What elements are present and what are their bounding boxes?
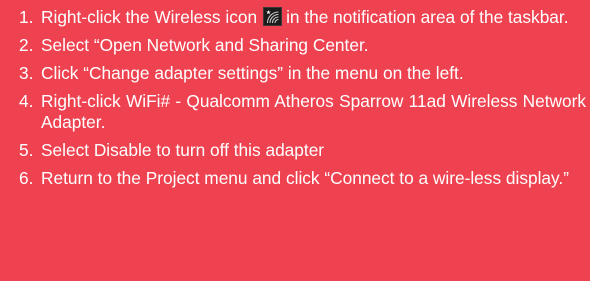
step-item: 6. Return to the Project menu and click … bbox=[0, 168, 590, 189]
step-number: 6. bbox=[19, 168, 34, 188]
step-text: Select Disable to turn off this adapter bbox=[41, 140, 325, 160]
step-text: Right-click the Wireless icon bbox=[41, 7, 258, 27]
step-text-continued: in the notification area of the taskbar. bbox=[286, 7, 569, 27]
step-number: 4. bbox=[19, 91, 34, 111]
step-item: 1. Right-click the Wireless icon in the … bbox=[0, 7, 590, 28]
step-item: 3. Click “Change adapter settings” in th… bbox=[0, 63, 590, 84]
step-number: 5. bbox=[19, 140, 34, 160]
step-number: 2. bbox=[19, 35, 34, 55]
step-item: 4. Right-click WiFi# - Qualcomm Atheros … bbox=[0, 91, 590, 133]
instructions-panel: 1. Right-click the Wireless icon in the … bbox=[0, 0, 590, 281]
step-text: Select “Open Network and Sharing Center. bbox=[41, 35, 369, 55]
step-item: 2. Select “Open Network and Sharing Cent… bbox=[0, 35, 590, 56]
steps-list: 1. Right-click the Wireless icon in the … bbox=[0, 0, 590, 189]
step-number: 1. bbox=[19, 7, 34, 27]
step-item: 5. Select Disable to turn off this adapt… bbox=[0, 140, 590, 161]
step-number: 3. bbox=[19, 63, 34, 83]
step-text: Return to the Project menu and click “Co… bbox=[41, 168, 569, 188]
step-text: Right-click WiFi# - Qualcomm Atheros Spa… bbox=[41, 91, 586, 132]
step-text: Click “Change adapter settings” in the m… bbox=[41, 63, 464, 83]
wireless-network-icon bbox=[263, 7, 283, 26]
